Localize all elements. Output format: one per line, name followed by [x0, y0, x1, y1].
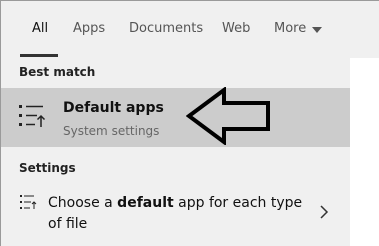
tab-web[interactable]: Web — [222, 21, 250, 36]
tab-documents[interactable]: Documents — [129, 21, 203, 36]
section-settings: Settings — [19, 161, 76, 175]
best-match-subtitle: System settings — [63, 124, 160, 138]
settings-list-icon — [20, 195, 37, 209]
settings-result-text-bold: default — [117, 195, 174, 211]
best-match-title: Default apps — [63, 100, 164, 116]
section-best-match: Best match — [19, 65, 96, 79]
tab-more[interactable]: More — [274, 21, 306, 36]
tab-apps[interactable]: Apps — [73, 21, 105, 36]
settings-result-default-app-by-file-type[interactable]: Choose a default app for each type of fi… — [48, 193, 303, 235]
settings-result-text-start: Choose a — [48, 195, 118, 211]
arrow-annotation-icon — [186, 87, 270, 145]
active-tab-indicator — [20, 54, 58, 57]
best-match-result[interactable] — [1, 88, 350, 147]
chevron-down-icon[interactable] — [312, 27, 322, 33]
chevron-right-icon[interactable] — [319, 205, 329, 219]
preview-pane — [350, 58, 379, 246]
search-panel: All Apps Documents Web More Best match D… — [0, 0, 379, 246]
search-tabs: All Apps Documents Web More — [1, 1, 379, 58]
tab-all[interactable]: All — [32, 21, 48, 36]
settings-list-icon — [19, 105, 46, 127]
